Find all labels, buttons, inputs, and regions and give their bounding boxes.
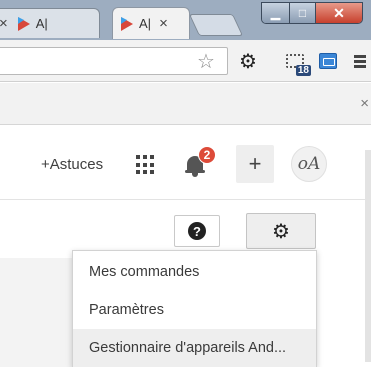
close-icon[interactable]: × [360,95,369,112]
new-tab-button[interactable] [188,14,244,36]
menu-item-mes-commandes[interactable]: Mes commandes [73,253,316,291]
settings-dropdown-menu: Mes commandes Paramètres Gestionnaire d'… [72,250,317,367]
address-bar[interactable]: ☆ [0,47,228,75]
tab-inactive[interactable]: × A| [0,8,100,38]
maximize-button[interactable]: □ [290,3,316,23]
apps-grid-icon[interactable] [136,155,156,175]
infobar: × [0,83,371,125]
tab-active[interactable]: A| × [112,7,190,39]
page-header: +Astuces 2 + oA [0,126,371,200]
menu-item-gestionnaire-appareils[interactable]: Gestionnaire d'appareils And... [73,329,316,367]
browser-toolbar: ☆ ⚙ 18 [0,40,371,82]
notification-count-badge: 2 [198,146,216,164]
scrollbar[interactable] [365,150,371,362]
bookmark-star-icon[interactable]: ☆ [197,49,215,74]
play-store-icon [17,16,30,31]
gear-icon[interactable]: ⚙ [237,50,259,73]
avatar[interactable]: oA [291,146,327,182]
window-controls: ▁ □ ✕ [261,2,363,24]
browser-titlebar: × A| A| × ▁ □ ✕ [0,0,371,40]
extension-badge: 18 [295,65,311,76]
menu-item-parametres[interactable]: Paramètres [73,291,316,329]
help-icon: ? [188,222,206,240]
settings-button[interactable]: ⚙ [246,213,316,249]
tab-close-icon[interactable]: × [0,16,8,31]
content-background [0,258,80,367]
tab-title: A| [35,16,48,31]
minimize-button[interactable]: ▁ [262,3,290,23]
astuces-link[interactable]: +Astuces [41,156,103,173]
tab-title: A| [139,16,152,31]
share-plus-button[interactable]: + [236,145,274,183]
cast-icon[interactable] [317,50,339,72]
help-button[interactable]: ? [174,215,220,247]
tab-close-icon[interactable]: × [159,16,168,31]
extension-icon[interactable]: 18 [283,50,311,76]
play-store-icon [121,16,133,31]
close-window-button[interactable]: ✕ [316,3,362,23]
menu-icon[interactable] [352,50,368,72]
